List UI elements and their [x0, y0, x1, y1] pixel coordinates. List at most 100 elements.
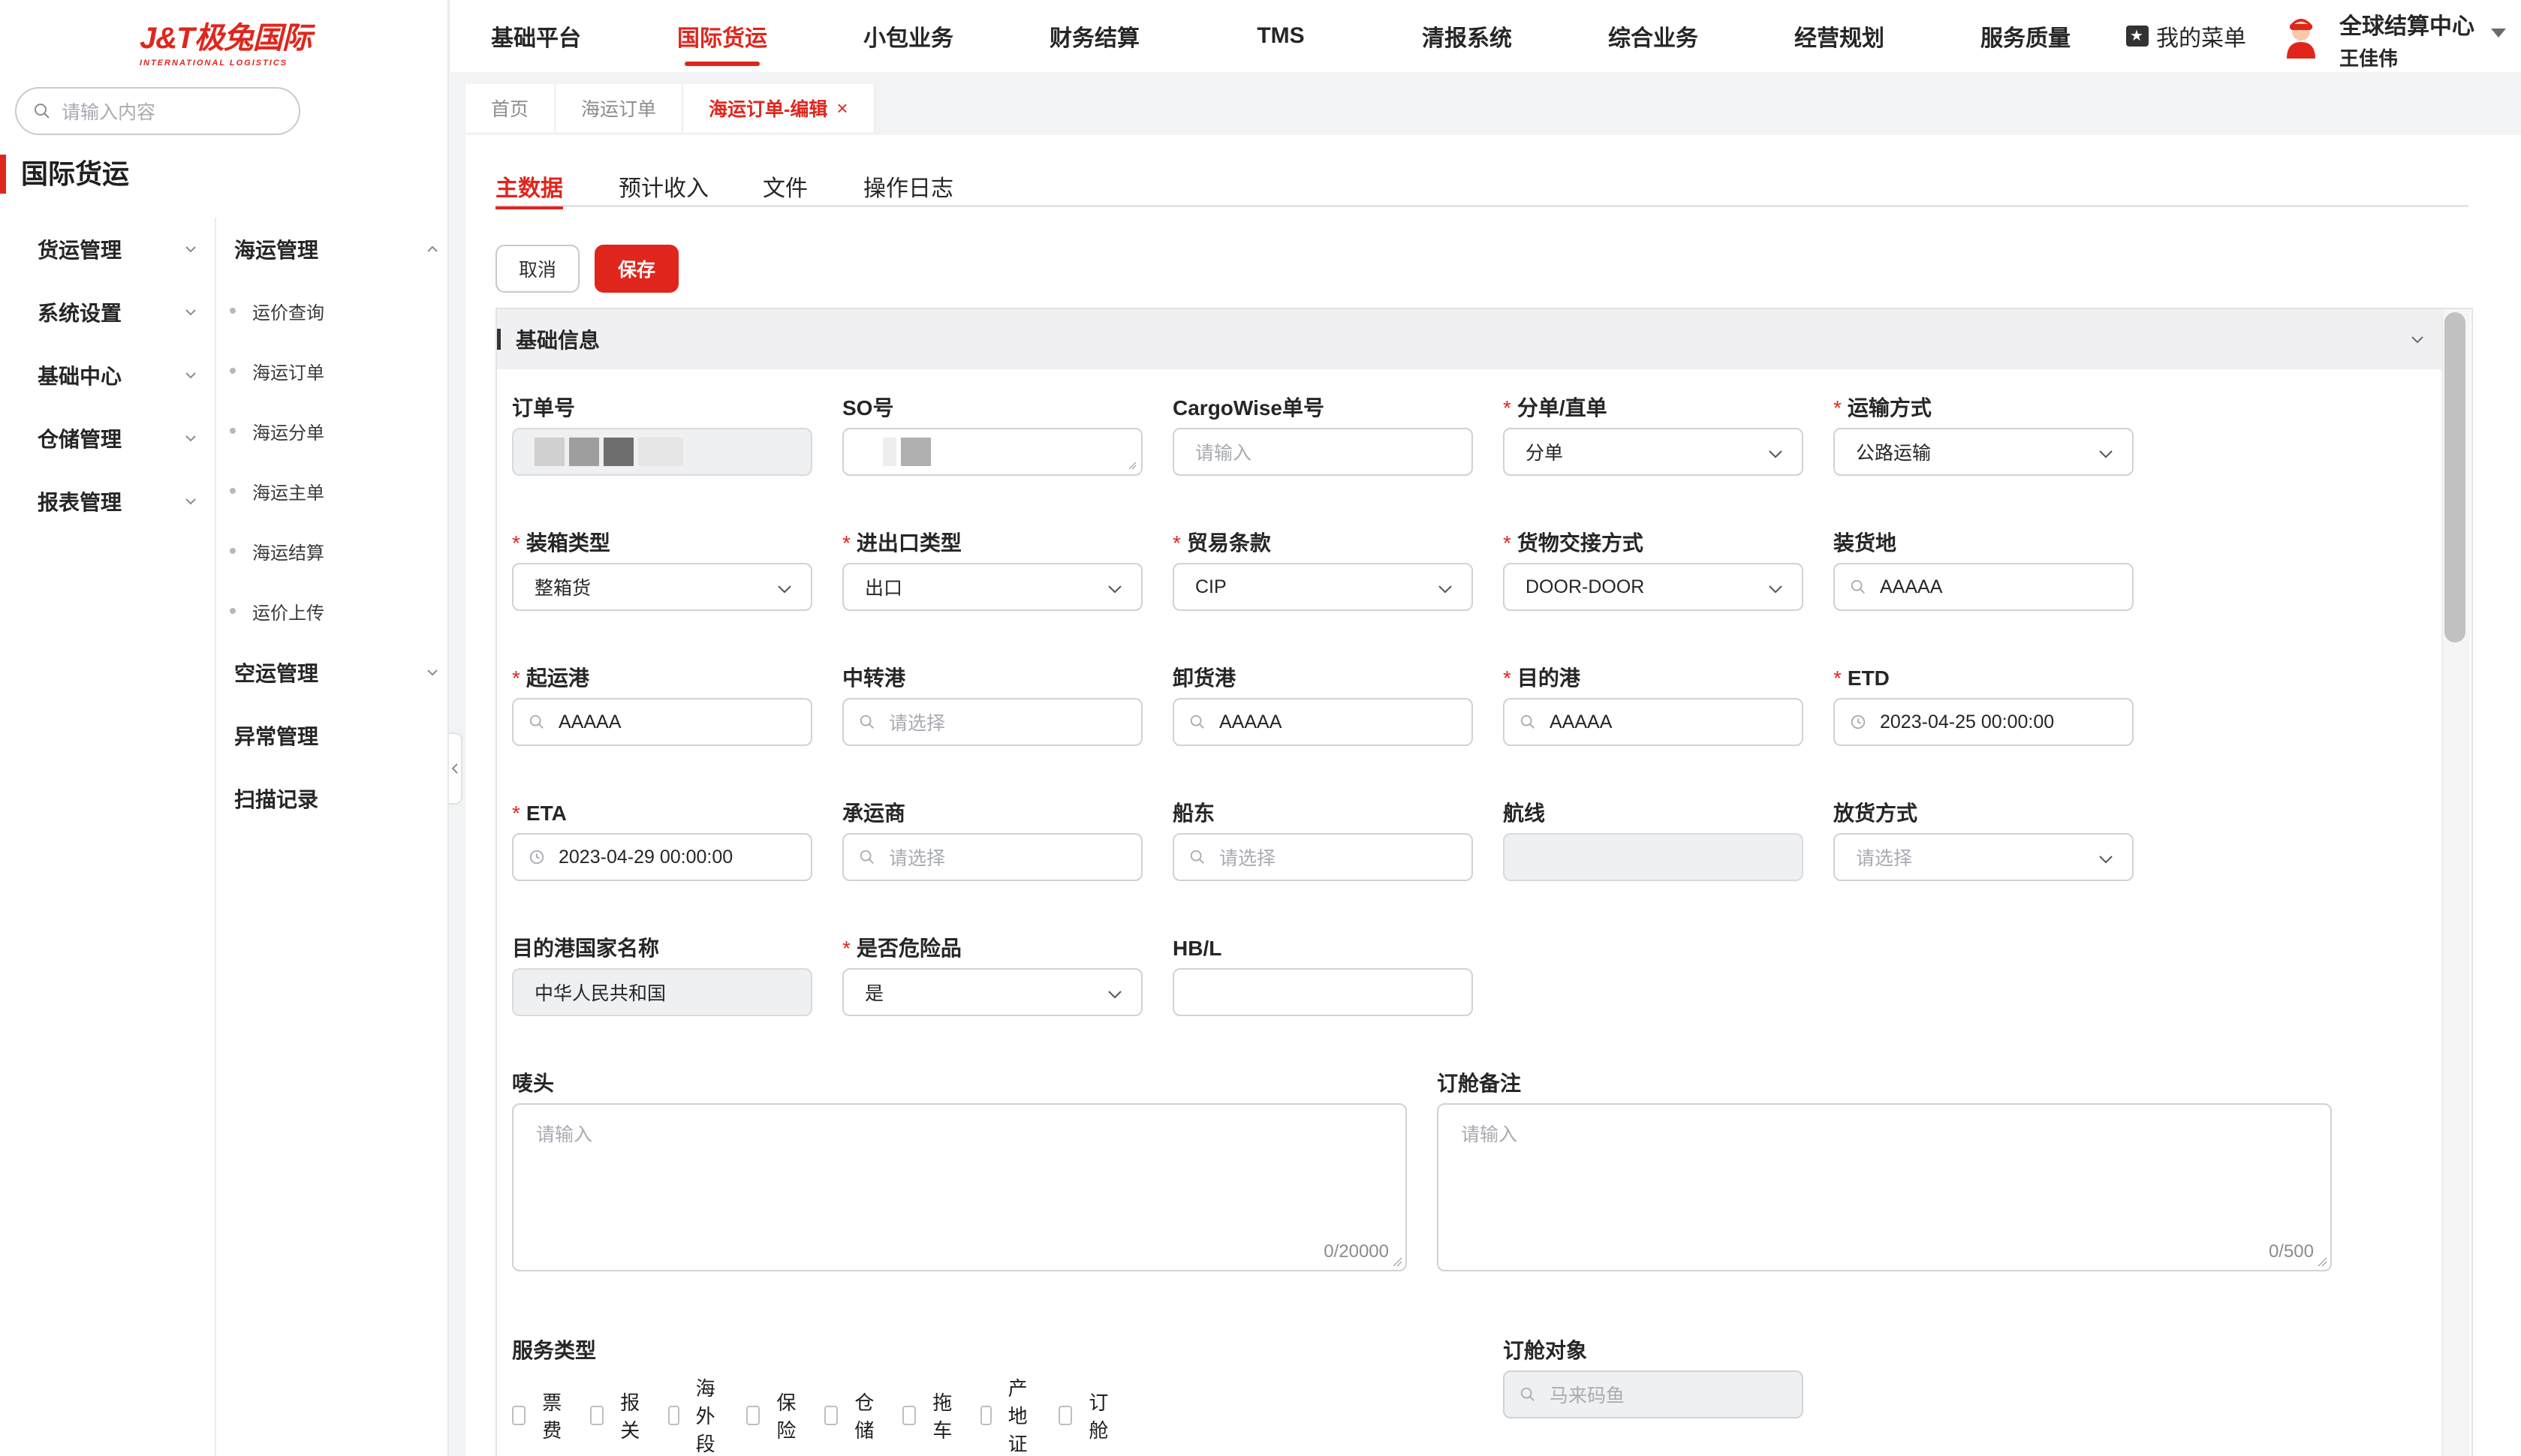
- service-checkbox[interactable]: 海外段: [668, 1373, 724, 1456]
- scrollbar-thumb[interactable]: [2444, 312, 2465, 642]
- field-eta: * ETA 2023-04-29 00:00:00: [512, 799, 812, 881]
- sidebar-item-rate-query[interactable]: 运价查询: [216, 281, 449, 341]
- cancel-button[interactable]: 取消: [495, 245, 580, 293]
- trade-terms-select[interactable]: CIP: [1173, 563, 1473, 611]
- topnav-customs[interactable]: 清报系统: [1384, 0, 1550, 72]
- main-content: 主数据 预计收入 文件 操作日志 取消 保存 基础信息 订单号 SO号 Carg…: [465, 135, 2521, 1456]
- hbl-input[interactable]: [1173, 968, 1473, 1016]
- brand-logo[interactable]: J&T极兔国际 INTERNATIONAL LOGISTICS: [140, 14, 312, 68]
- resize-grip-icon[interactable]: [1392, 1256, 1402, 1267]
- required-mark: *: [1833, 396, 1842, 420]
- service-checkbox[interactable]: 仓储: [824, 1388, 880, 1443]
- tab-master-data[interactable]: 主数据: [495, 170, 563, 209]
- search-icon: [1520, 714, 1535, 729]
- scrollbar[interactable]: [2441, 309, 2470, 1456]
- tab-sea-order[interactable]: 海运订单: [556, 84, 684, 132]
- sidebar-item-reports[interactable]: 报表管理: [0, 470, 215, 533]
- field-label: * 运输方式: [1833, 393, 1932, 423]
- sidebar-group-sea[interactable]: 海运管理: [216, 218, 449, 281]
- sidebar-group-label: 空运管理: [234, 662, 319, 685]
- tab-operation-log[interactable]: 操作日志: [863, 170, 953, 207]
- sidebar-item-sea-master-bill[interactable]: 海运主单: [216, 461, 449, 521]
- chevron-down-icon[interactable]: [2408, 330, 2426, 348]
- resize-grip-icon[interactable]: [2317, 1256, 2327, 1267]
- sidebar-item-settings[interactable]: 系统设置: [0, 281, 215, 344]
- topnav-base-platform[interactable]: 基础平台: [453, 0, 619, 72]
- dest-port-input[interactable]: AAAAA: [1503, 698, 1803, 746]
- topnav-general[interactable]: 综合业务: [1571, 0, 1736, 72]
- save-button[interactable]: 保存: [595, 245, 679, 293]
- chevron-down-icon: [427, 669, 438, 676]
- topnav-parcel[interactable]: 小包业务: [826, 0, 991, 72]
- field-label: 服务类型: [512, 1339, 597, 1362]
- order-no-input[interactable]: [512, 428, 812, 476]
- sidebar-item-sea-settlement[interactable]: 海运结算: [216, 521, 449, 581]
- char-counter: 0/20000: [1324, 1241, 1389, 1262]
- sidebar-item-warehouse[interactable]: 仓储管理: [0, 407, 215, 470]
- sidebar-collapse-handle[interactable]: [449, 733, 462, 805]
- avatar[interactable]: [2282, 14, 2320, 59]
- sidebar-item-freight[interactable]: 货运管理: [0, 218, 215, 281]
- route-input[interactable]: [1503, 833, 1803, 881]
- close-icon[interactable]: ×: [836, 97, 848, 120]
- sidebar-search-input[interactable]: 请输入内容: [15, 87, 300, 135]
- etd-datepicker[interactable]: 2023-04-25 00:00:00: [1833, 698, 2134, 746]
- sidebar-item-rate-upload[interactable]: 运价上传: [216, 581, 449, 641]
- topnav-tms[interactable]: TMS: [1198, 0, 1363, 72]
- service-checkbox[interactable]: 产地证: [980, 1373, 1036, 1456]
- field-label-text: 起运港: [526, 666, 589, 690]
- field-label: HB/L: [1173, 937, 1222, 960]
- service-checkbox[interactable]: 拖车: [902, 1388, 958, 1443]
- discharge-port-input[interactable]: AAAAA: [1173, 698, 1473, 746]
- carrier-input[interactable]: 请选择: [842, 833, 1143, 881]
- cargowise-no-input[interactable]: 请输入: [1173, 428, 1473, 476]
- split-type-select[interactable]: 分单: [1503, 428, 1803, 476]
- sidebar-group-exception[interactable]: 异常管理: [216, 704, 449, 767]
- checkbox-label: 海外段: [695, 1377, 715, 1455]
- section-header[interactable]: 基础信息: [497, 309, 2441, 369]
- shipping-mark-textarea[interactable]: 请输入 0/20000: [512, 1103, 1407, 1271]
- resize-grip-icon[interactable]: [1128, 461, 1137, 470]
- import-export-select[interactable]: 出口: [842, 563, 1143, 611]
- section-title: 基础信息: [516, 329, 601, 352]
- service-checkbox[interactable]: 报关: [590, 1388, 646, 1443]
- dest-country-input[interactable]: 中华人民共和国: [512, 968, 812, 1016]
- topnav-intl-freight[interactable]: 国际货运: [640, 0, 805, 72]
- shipowner-input[interactable]: 请选择: [1173, 833, 1473, 881]
- tab-files[interactable]: 文件: [763, 170, 808, 207]
- topnav-service-quality[interactable]: 服务质量: [1943, 0, 2108, 72]
- booking-target-input[interactable]: 马来码鱼: [1503, 1370, 1803, 1418]
- field-label: * 装箱类型: [512, 528, 610, 558]
- tab-sea-order-edit[interactable]: 海运订单-编辑 ×: [683, 84, 875, 132]
- sidebar-group-air[interactable]: 空运管理: [216, 641, 449, 704]
- service-checkbox[interactable]: 保险: [746, 1388, 802, 1443]
- booking-remark-textarea[interactable]: 请输入 0/500: [1437, 1103, 2332, 1271]
- my-menu-button[interactable]: 我的菜单: [2126, 0, 2246, 72]
- sidebar-item-sea-order[interactable]: 海运订单: [216, 341, 449, 401]
- select-value: 出口: [865, 578, 903, 599]
- input-value: 2023-04-29 00:00:00: [559, 846, 733, 868]
- eta-datepicker[interactable]: 2023-04-29 00:00:00: [512, 833, 812, 881]
- user-info[interactable]: 全球结算中心 王佳伟: [2339, 8, 2489, 71]
- tab-expected-income[interactable]: 预计收入: [619, 170, 709, 207]
- handover-mode-select[interactable]: DOOR-DOOR: [1503, 563, 1803, 611]
- service-checkbox[interactable]: 票费: [512, 1388, 568, 1443]
- caret-down-icon[interactable]: [2491, 29, 2506, 38]
- sidebar-item-sea-house-bill[interactable]: 海运分单: [216, 401, 449, 461]
- tab-home[interactable]: 首页: [465, 84, 556, 132]
- sidebar-group-scan-records[interactable]: 扫描记录: [216, 767, 449, 830]
- release-mode-select[interactable]: 请选择: [1833, 833, 2134, 881]
- transit-port-input[interactable]: 请选择: [842, 698, 1143, 746]
- star-icon: [2126, 26, 2149, 47]
- sidebar-item-base-center[interactable]: 基础中心: [0, 344, 215, 407]
- so-no-input[interactable]: [842, 428, 1143, 476]
- loading-place-input[interactable]: AAAAA: [1833, 563, 2134, 611]
- transport-mode-select[interactable]: 公路运输: [1833, 428, 2134, 476]
- dangerous-select[interactable]: 是: [842, 968, 1143, 1016]
- required-mark: *: [1503, 531, 1511, 555]
- packing-type-select[interactable]: 整箱货: [512, 563, 812, 611]
- topnav-finance[interactable]: 财务结算: [1012, 0, 1177, 72]
- origin-port-input[interactable]: AAAAA: [512, 698, 812, 746]
- topnav-planning[interactable]: 经营规划: [1757, 0, 1922, 72]
- service-checkbox[interactable]: 订舱: [1059, 1388, 1114, 1443]
